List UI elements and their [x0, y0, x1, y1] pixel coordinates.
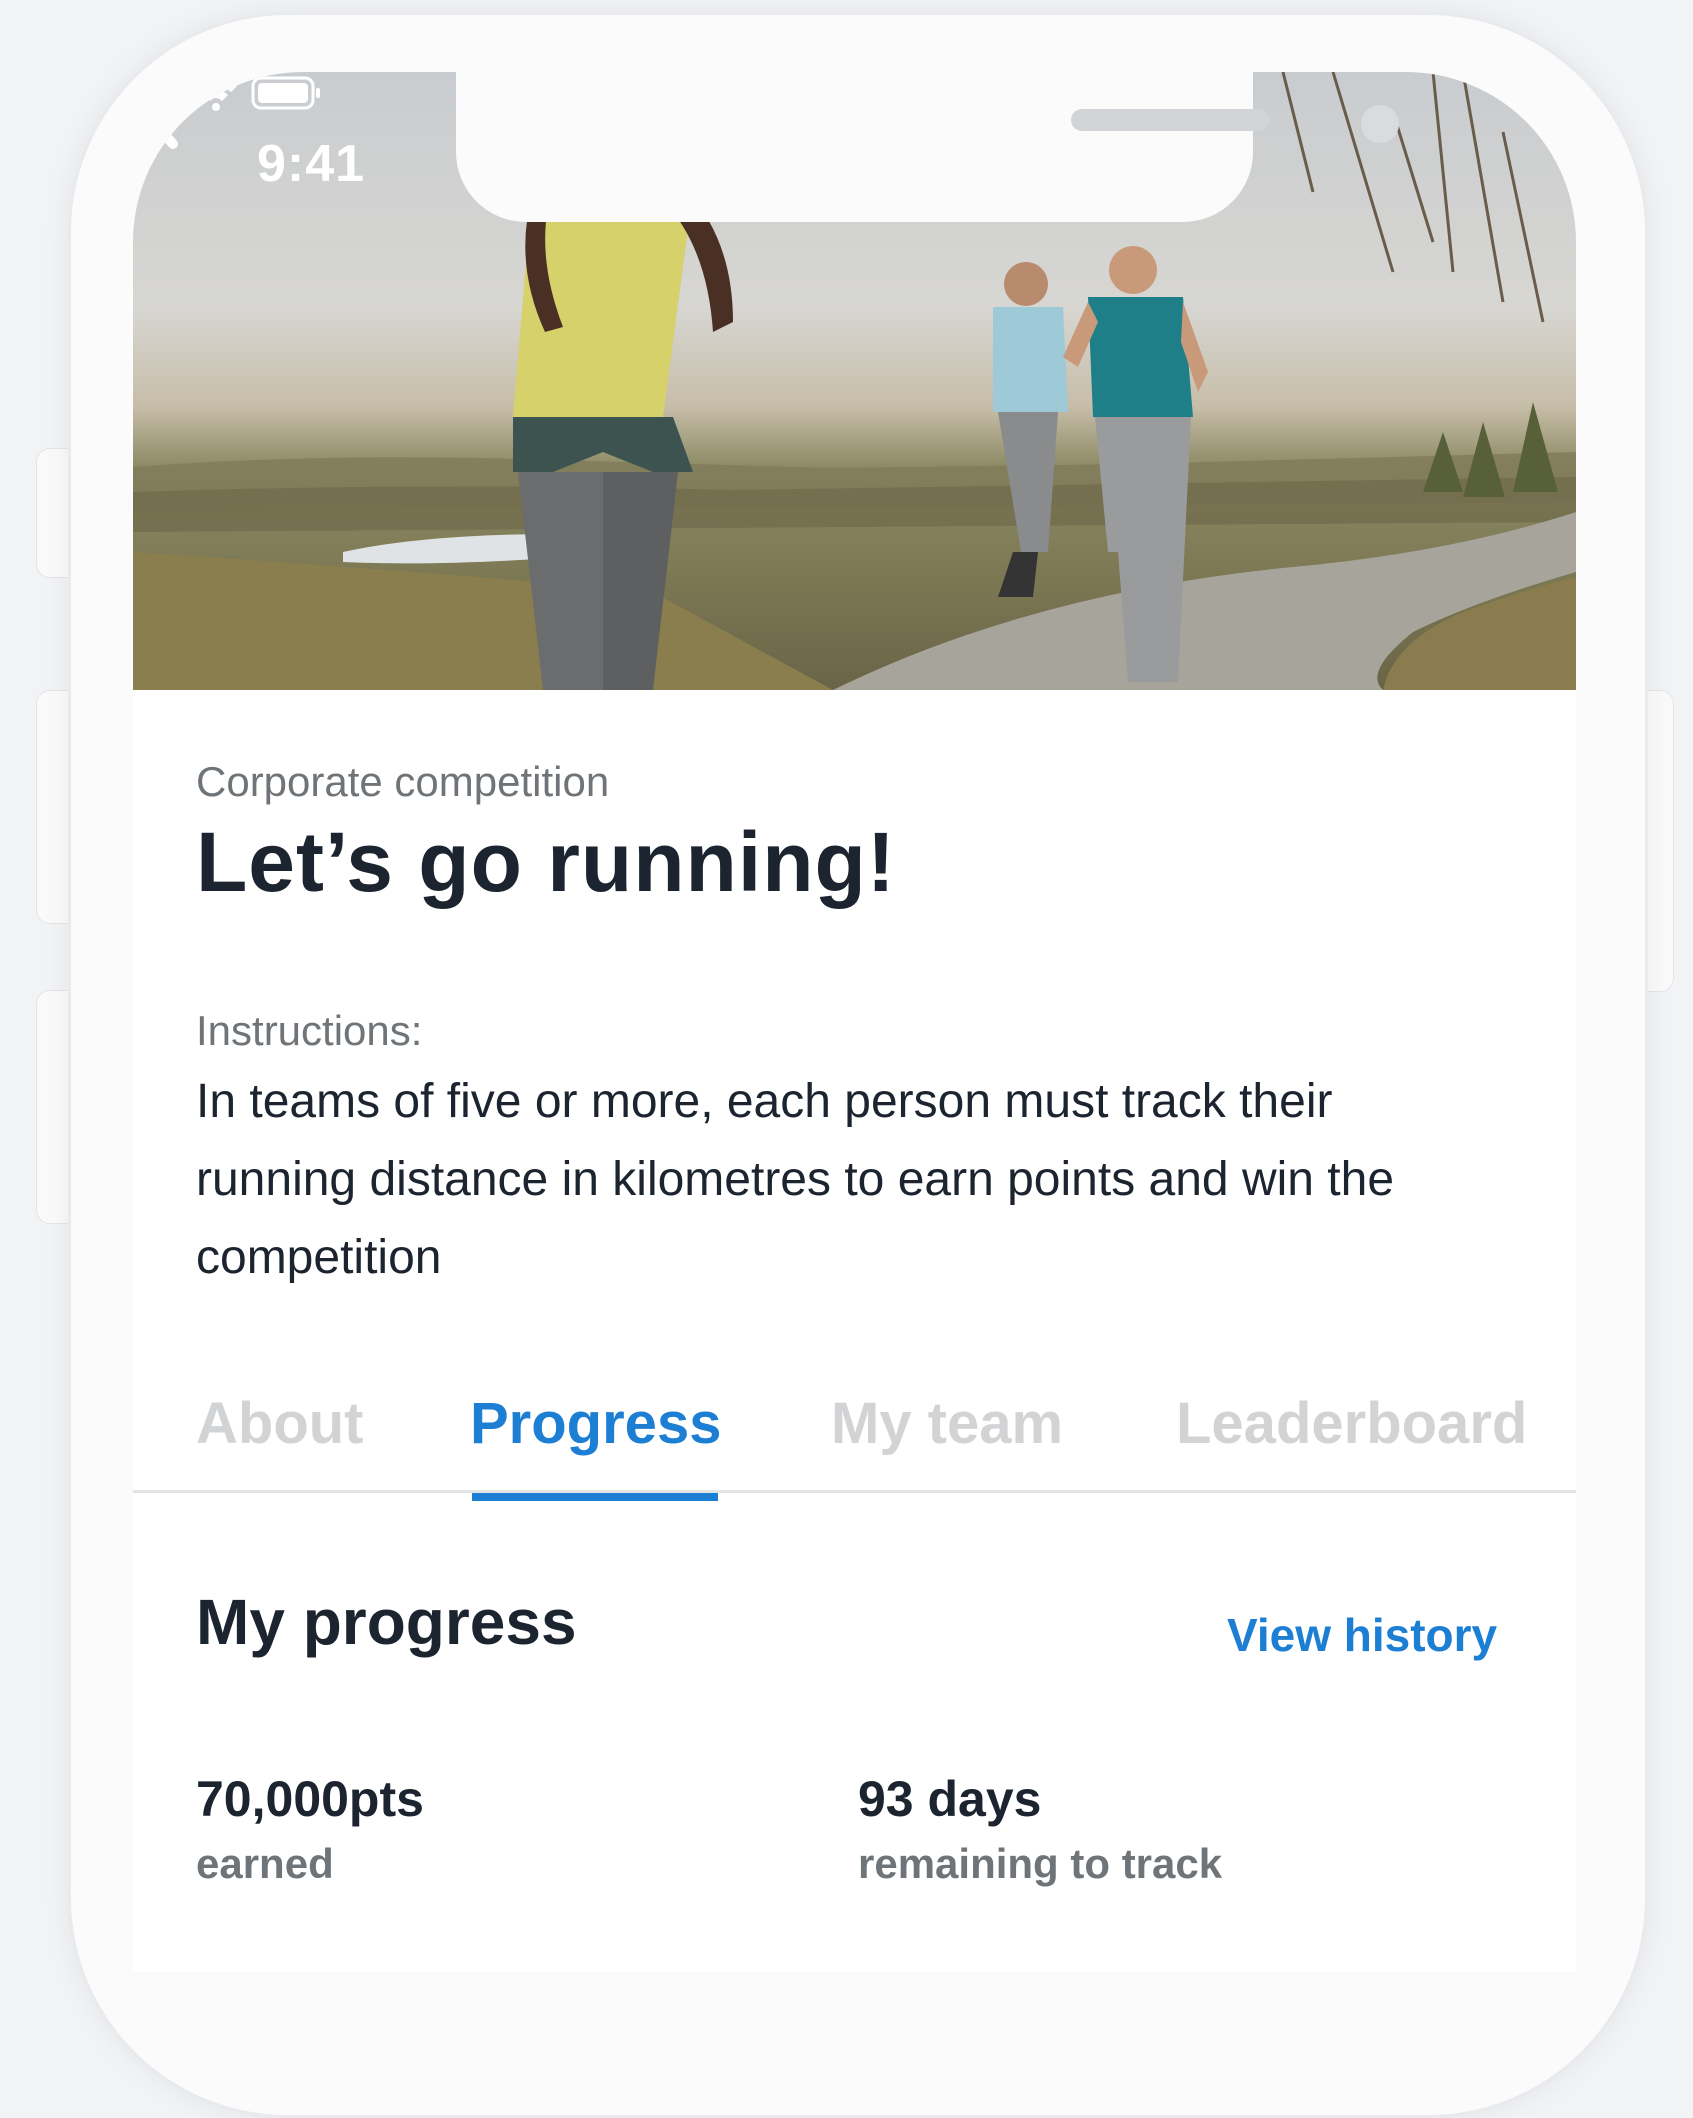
app-screen: 9:41 Corporate competition Let’s go runn… [133, 72, 1576, 1972]
view-history-link[interactable]: View history [1227, 1608, 1497, 1662]
tab-progress[interactable]: Progress [470, 1370, 721, 1490]
tab-bar: About Progress My team Leaderboard [133, 1370, 1576, 1493]
tab-my-team[interactable]: My team [831, 1370, 1063, 1490]
speaker-grille [1071, 109, 1269, 131]
front-camera [1361, 105, 1399, 143]
device-notch [456, 72, 1399, 222]
points-earned-label: earned [196, 1840, 334, 1887]
instructions-label: Instructions: [196, 1007, 423, 1054]
status-time: 9:41 [257, 135, 366, 193]
days-remaining-value: 93 days [858, 1771, 1042, 1827]
my-progress-heading: My progress [196, 1586, 577, 1658]
points-earned-value: 70,000pts [196, 1771, 424, 1827]
hero-image: 9:41 [133, 72, 1576, 690]
more-horizontal-icon[interactable] [133, 72, 203, 112]
days-remaining-label: remaining to track [858, 1840, 1223, 1887]
challenge-title: Let’s go running! [196, 815, 896, 909]
instructions-text: In teams of five or more, each person mu… [196, 1075, 1395, 1284]
tab-leaderboard[interactable]: Leaderboard [1176, 1370, 1527, 1490]
tab-about[interactable]: About [196, 1370, 364, 1490]
challenge-category: Corporate competition [196, 758, 610, 805]
active-tab-indicator [472, 1493, 718, 1501]
battery-icon [251, 76, 320, 110]
